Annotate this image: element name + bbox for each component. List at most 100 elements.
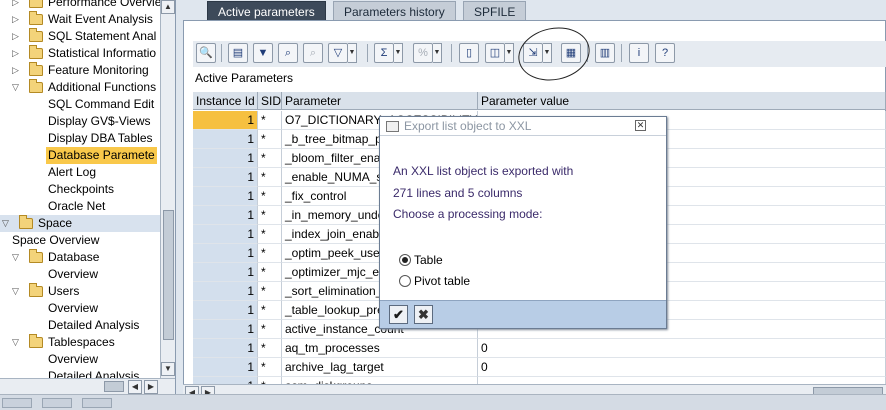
tab-active-parameters[interactable]: Active parameters xyxy=(207,1,326,21)
cancel-button[interactable]: ✖ xyxy=(414,305,433,324)
cell-instance-id[interactable]: 1 xyxy=(193,377,258,384)
nav-item[interactable]: Oracle Net xyxy=(0,198,160,215)
nav-item-label[interactable]: Tablespaces xyxy=(46,334,117,351)
collapse-icon[interactable]: ▽ xyxy=(10,334,21,351)
nav-item-label[interactable]: Alert Log xyxy=(46,164,98,181)
filter-icon[interactable]: ▼ xyxy=(253,43,273,63)
cell-instance-id[interactable]: 1 xyxy=(193,358,258,377)
subtotal-icon[interactable]: % xyxy=(413,43,433,63)
cell-sid[interactable]: * xyxy=(258,149,282,168)
nav-item-label[interactable]: Detailed Analysis xyxy=(46,317,141,334)
cell-instance-id[interactable]: 1 xyxy=(193,320,258,339)
nav-item-label[interactable]: Display GV$-Views xyxy=(46,113,152,130)
nav-item-label[interactable]: Oracle Net xyxy=(46,198,107,215)
radio-button[interactable] xyxy=(399,254,411,266)
nav-item[interactable]: ▽ Users xyxy=(0,283,160,300)
radio-button[interactable] xyxy=(399,275,411,287)
set-filter-icon[interactable]: ▽ xyxy=(328,43,348,63)
cell-sid[interactable]: * xyxy=(258,244,282,263)
nav-item[interactable]: Database Paramete xyxy=(0,147,160,164)
cell-parameter[interactable]: archive_lag_target xyxy=(282,358,478,377)
scroll-right-icon[interactable]: ▶ xyxy=(144,380,158,394)
tab-spfile[interactable]: SPFILE xyxy=(463,1,527,21)
nav-item[interactable]: ▷ SQL Statement Anal xyxy=(0,28,160,45)
nav-item-label[interactable]: Space Overview xyxy=(10,232,101,249)
cell-sid[interactable]: * xyxy=(258,282,282,301)
collapse-icon[interactable]: ▽ xyxy=(10,79,21,96)
nav-item-label[interactable]: Statistical Informatio xyxy=(46,45,158,62)
nav-item[interactable]: ▷ Feature Monitoring xyxy=(0,62,160,79)
dropdown-arrow-icon[interactable]: ▼ xyxy=(394,43,403,63)
collapse-icon[interactable]: ▽ xyxy=(10,249,21,266)
cell-instance-id[interactable]: 1 xyxy=(193,282,258,301)
nav-item-label[interactable]: SQL Statement Anal xyxy=(46,28,158,45)
table-row[interactable]: 1 * aq_tm_processes 0 xyxy=(193,339,886,358)
cell-sid[interactable]: * xyxy=(258,320,282,339)
cell-sid[interactable]: * xyxy=(258,130,282,149)
cell-instance-id[interactable]: 1 xyxy=(193,130,258,149)
cell-parameter[interactable]: aq_tm_processes xyxy=(282,339,478,358)
nav-item-label[interactable]: Overview xyxy=(46,300,100,317)
expand-icon[interactable]: ▷ xyxy=(10,45,21,62)
radio-label[interactable]: Table xyxy=(414,253,443,267)
dropdown-arrow-icon[interactable]: ▼ xyxy=(348,43,357,63)
nav-item-label[interactable]: Display DBA Tables xyxy=(46,130,155,147)
tab-parameters-history[interactable]: Parameters history xyxy=(333,1,456,21)
cell-instance-id[interactable]: 1 xyxy=(193,301,258,320)
confirm-button[interactable]: ✔ xyxy=(389,305,408,324)
expand-icon[interactable]: ▷ xyxy=(10,11,21,28)
cell-sid[interactable]: * xyxy=(258,168,282,187)
close-icon[interactable]: ✕ xyxy=(635,120,646,131)
cell-instance-id[interactable]: 1 xyxy=(193,339,258,358)
dropdown-arrow-icon[interactable]: ▼ xyxy=(433,43,442,63)
cell-parameter-value[interactable] xyxy=(478,377,886,384)
nav-item[interactable]: ▷ Wait Event Analysis xyxy=(0,11,160,28)
nav-item[interactable]: ▽ Additional Functions xyxy=(0,79,160,96)
nav-item[interactable]: SQL Command Edit xyxy=(0,96,160,113)
nav-horizontal-scrollbar[interactable]: ◀ ▶ xyxy=(0,378,175,394)
find-icon[interactable]: ⌕ xyxy=(278,43,298,63)
column-header-sid[interactable]: SID xyxy=(258,92,282,110)
cell-sid[interactable]: * xyxy=(258,263,282,282)
nav-item-label[interactable]: Checkpoints xyxy=(46,181,116,198)
nav-item[interactable]: Overview xyxy=(0,351,160,368)
column-header-instance-id[interactable]: Instance Id xyxy=(193,92,258,110)
nav-item[interactable]: Display DBA Tables xyxy=(0,130,160,147)
cell-instance-id[interactable]: 1 xyxy=(193,206,258,225)
nav-item-label[interactable]: Overview xyxy=(46,351,100,368)
nav-item-label[interactable]: Wait Event Analysis xyxy=(46,11,155,28)
nav-item[interactable]: Checkpoints xyxy=(0,181,160,198)
radio-label[interactable]: Pivot table xyxy=(414,274,470,288)
nav-item-label[interactable]: Database Paramete xyxy=(46,147,157,164)
scroll-left-icon[interactable]: ◀ xyxy=(128,380,142,394)
cell-sid[interactable]: * xyxy=(258,339,282,358)
print-preview-icon[interactable]: ▯ xyxy=(459,43,479,63)
info-icon[interactable]: i xyxy=(629,43,649,63)
nav-item[interactable]: Detailed Analysis xyxy=(0,317,160,334)
nav-scroll-thumb[interactable] xyxy=(163,210,174,340)
column-header-parameter[interactable]: Parameter xyxy=(282,92,478,110)
nav-item-label[interactable]: SQL Command Edit xyxy=(46,96,156,113)
cell-parameter-value[interactable]: 0 xyxy=(478,339,886,358)
cell-instance-id[interactable]: 1 xyxy=(193,187,258,206)
cell-sid[interactable]: * xyxy=(258,225,282,244)
cell-sid[interactable]: * xyxy=(258,206,282,225)
nav-item[interactable]: ▽ Database xyxy=(0,249,160,266)
collapse-icon[interactable]: ▽ xyxy=(0,215,11,232)
cell-instance-id[interactable]: 1 xyxy=(193,111,258,130)
layout-icon[interactable]: ▥ xyxy=(595,43,615,63)
find-next-icon[interactable]: ⌕ xyxy=(303,43,323,63)
cell-sid[interactable]: * xyxy=(258,111,282,130)
nav-item[interactable]: Overview xyxy=(0,300,160,317)
cell-parameter[interactable]: asm_diskgroups xyxy=(282,377,478,384)
expand-icon[interactable]: ▷ xyxy=(10,28,21,45)
print-icon[interactable]: ▤ xyxy=(228,43,248,63)
cell-sid[interactable]: * xyxy=(258,301,282,320)
column-header-parameter-value[interactable]: Parameter value xyxy=(478,92,886,110)
cell-sid[interactable]: * xyxy=(258,358,282,377)
table-row[interactable]: 1*asm_diskgroups xyxy=(193,377,886,384)
cell-sid[interactable]: * xyxy=(258,187,282,206)
nav-item-label[interactable]: Users xyxy=(46,283,81,300)
nav-item[interactable]: ▷ Performance Overview xyxy=(0,0,160,11)
collapse-icon[interactable]: ▽ xyxy=(10,283,21,300)
